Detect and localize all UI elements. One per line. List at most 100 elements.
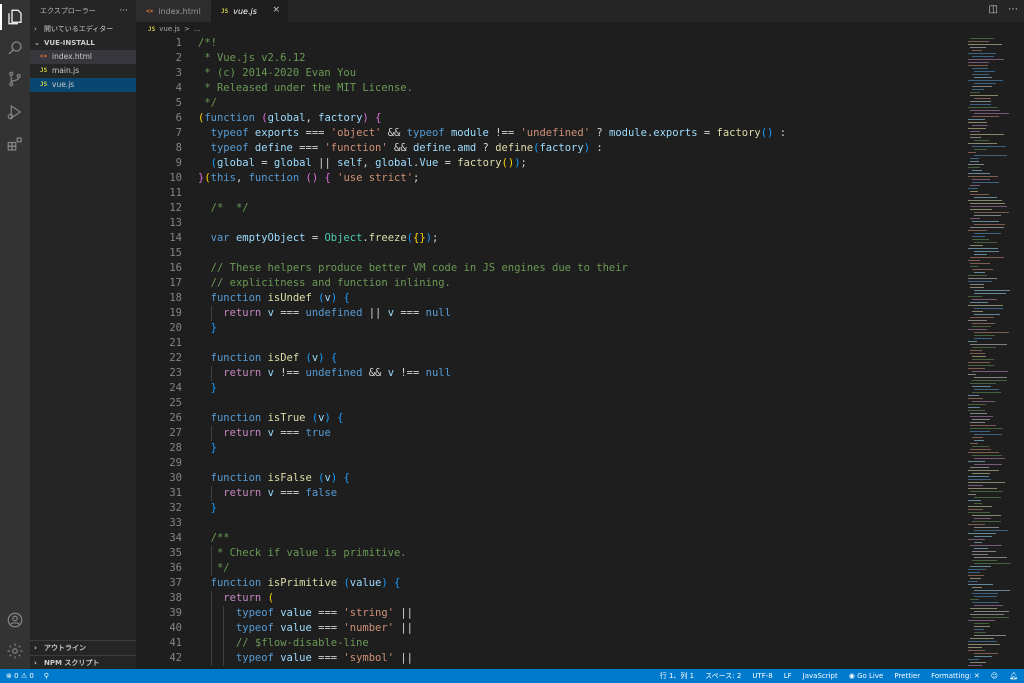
code-text: }(this, function () { 'use strict'; xyxy=(198,172,420,184)
code-line[interactable]: 16 // These helpers produce better VM co… xyxy=(136,261,966,276)
close-icon[interactable]: × xyxy=(272,5,280,15)
minimap-line xyxy=(974,536,992,537)
formatting-status[interactable]: Formatting: ✕ xyxy=(931,672,980,680)
code-line[interactable]: 6 (function (global, factory) { xyxy=(136,111,966,126)
code-line[interactable]: 10}(this, function () { 'use strict'; xyxy=(136,171,966,186)
files-icon[interactable] xyxy=(0,2,30,32)
code-line[interactable]: 37 function isPrimitive (value) { xyxy=(136,576,966,591)
folder-section[interactable]: ⌄ VUE-INSTALL xyxy=(30,36,136,50)
breadcrumb-symbol[interactable]: ... xyxy=(194,25,201,33)
account-icon[interactable] xyxy=(0,605,30,635)
code-line[interactable]: 25 xyxy=(136,396,966,411)
code-line[interactable]: 3 * (c) 2014-2020 Evan You xyxy=(136,66,966,81)
minimap-line xyxy=(968,572,980,573)
code-line[interactable]: 27 return v === true xyxy=(136,426,966,441)
code-line[interactable]: 41 // $flow-disable-line xyxy=(136,636,966,651)
code-line[interactable]: 26 function isTrue (v) { xyxy=(136,411,966,426)
outline-section[interactable]: › アウトライン xyxy=(30,641,136,655)
code-line[interactable]: 31 return v === false xyxy=(136,486,966,501)
npm-scripts-section[interactable]: › NPM スクリプト xyxy=(30,655,136,669)
go-live-button[interactable]: ◉ Go Live xyxy=(849,672,884,680)
tab-vue-js[interactable]: JS vue.js × xyxy=(211,0,288,22)
code-line[interactable]: 20 } xyxy=(136,321,966,336)
code-line[interactable]: 11 xyxy=(136,186,966,201)
search-icon[interactable] xyxy=(0,33,30,63)
code-line[interactable]: 4 * Released under the MIT License. xyxy=(136,81,966,96)
code-line[interactable]: 34 /** xyxy=(136,531,966,546)
live-share-icon[interactable]: ⚲ xyxy=(44,672,49,680)
encoding[interactable]: UTF-8 xyxy=(752,672,772,680)
settings-gear-icon[interactable] xyxy=(0,636,30,666)
minimap-line xyxy=(970,206,1007,207)
line-number: 33 xyxy=(169,517,182,529)
minimap[interactable] xyxy=(966,36,1024,669)
code-line[interactable]: 28 } xyxy=(136,441,966,456)
code-text: } xyxy=(210,322,217,334)
breadcrumb-file[interactable]: vue.js xyxy=(159,25,180,33)
minimap-line xyxy=(968,494,976,495)
code-line[interactable]: 12 /* */ xyxy=(136,201,966,216)
code-line[interactable]: 42 typeof value === 'symbol' || xyxy=(136,651,966,666)
code-line[interactable]: 39 typeof value === 'string' || xyxy=(136,606,966,621)
code-line[interactable]: 30 function isFalse (v) { xyxy=(136,471,966,486)
code-line[interactable]: 36 */ xyxy=(136,561,966,576)
code-line[interactable]: 7 typeof exports === 'object' && typeof … xyxy=(136,126,966,141)
code-line[interactable]: 15 xyxy=(136,246,966,261)
code-line[interactable]: 29 xyxy=(136,456,966,471)
tab-index-html[interactable]: <> index.html xyxy=(136,0,211,22)
code-line[interactable]: 21 xyxy=(136,336,966,351)
code-line[interactable]: 40 typeof value === 'number' || xyxy=(136,621,966,636)
open-editors-section[interactable]: › 開いているエディター xyxy=(30,22,136,36)
line-number: 39 xyxy=(169,607,182,619)
file-item-vue-js[interactable]: JS vue.js xyxy=(30,78,136,92)
indentation[interactable]: スペース: 2 xyxy=(705,671,741,681)
minimap-line xyxy=(968,164,984,165)
feedback-icon[interactable]: ☺ xyxy=(991,672,998,680)
code-line[interactable]: 19 return v === undefined || v === null xyxy=(136,306,966,321)
minimap-line xyxy=(970,302,988,303)
minimap-line xyxy=(968,260,980,261)
language-mode[interactable]: JavaScript xyxy=(803,672,838,680)
more-actions-icon[interactable]: ⋯ xyxy=(1008,4,1018,15)
prettier-status[interactable]: Prettier xyxy=(894,672,920,680)
minimap-line xyxy=(972,146,1006,147)
minimap-line xyxy=(972,473,990,474)
extensions-icon[interactable] xyxy=(0,129,30,159)
code-editor[interactable]: 1/*! 2 * Vue.js v2.6.12 3 * (c) 2014-2020 … xyxy=(136,36,966,669)
more-actions-icon[interactable]: ··· xyxy=(119,0,128,22)
code-line[interactable]: 22 function isDef (v) { xyxy=(136,351,966,366)
split-editor-icon[interactable]: ◫ xyxy=(989,4,998,15)
code-line[interactable]: 2 * Vue.js v2.6.12 xyxy=(136,51,966,66)
code-text: typeof value === 'number' || xyxy=(235,622,413,634)
code-line[interactable]: 17 // explicitness and function inlining… xyxy=(136,276,966,291)
minimap-line xyxy=(972,551,996,552)
file-item-index-html[interactable]: <> index.html xyxy=(30,50,136,64)
minimap-line xyxy=(970,608,997,609)
code-line[interactable]: 5 */ xyxy=(136,96,966,111)
problems-indicator[interactable]: ⊗ 0 ⚠ 0 xyxy=(6,672,34,680)
code-line[interactable]: 32 } xyxy=(136,501,966,516)
code-text: return v === false xyxy=(223,487,338,499)
code-line[interactable]: 9 (global = global || self, global.Vue =… xyxy=(136,156,966,171)
code-line[interactable]: 24 } xyxy=(136,381,966,396)
cursor-position[interactable]: 行 1、列 1 xyxy=(660,671,694,681)
minimap-line xyxy=(968,569,986,570)
source-control-icon[interactable] xyxy=(0,64,30,94)
code-line[interactable]: 1 /*! xyxy=(136,36,966,51)
code-line[interactable]: 8 typeof define === 'function' && define… xyxy=(136,141,966,156)
code-line[interactable]: 18 function isUndef (v) { xyxy=(136,291,966,306)
line-number: 3 xyxy=(175,67,182,79)
code-line[interactable]: 13 xyxy=(136,216,966,231)
end-of-line[interactable]: LF xyxy=(784,672,792,680)
code-line[interactable]: 14 var emptyObject = Object.freeze({}); xyxy=(136,231,966,246)
notifications-icon[interactable]: 🔔︎ xyxy=(1009,672,1018,680)
code-line[interactable]: 35 * Check if value is primitive. xyxy=(136,546,966,561)
minimap-line xyxy=(970,134,1004,135)
file-item-main-js[interactable]: JS main.js xyxy=(30,64,136,78)
run-debug-icon[interactable] xyxy=(0,97,30,127)
code-line[interactable]: 38 return ( xyxy=(136,591,966,606)
code-line[interactable]: 23 return v !== undefined && v !== null xyxy=(136,366,966,381)
code-line[interactable]: 33 xyxy=(136,516,966,531)
code-text: /** xyxy=(210,532,230,544)
minimap-line xyxy=(968,107,998,108)
